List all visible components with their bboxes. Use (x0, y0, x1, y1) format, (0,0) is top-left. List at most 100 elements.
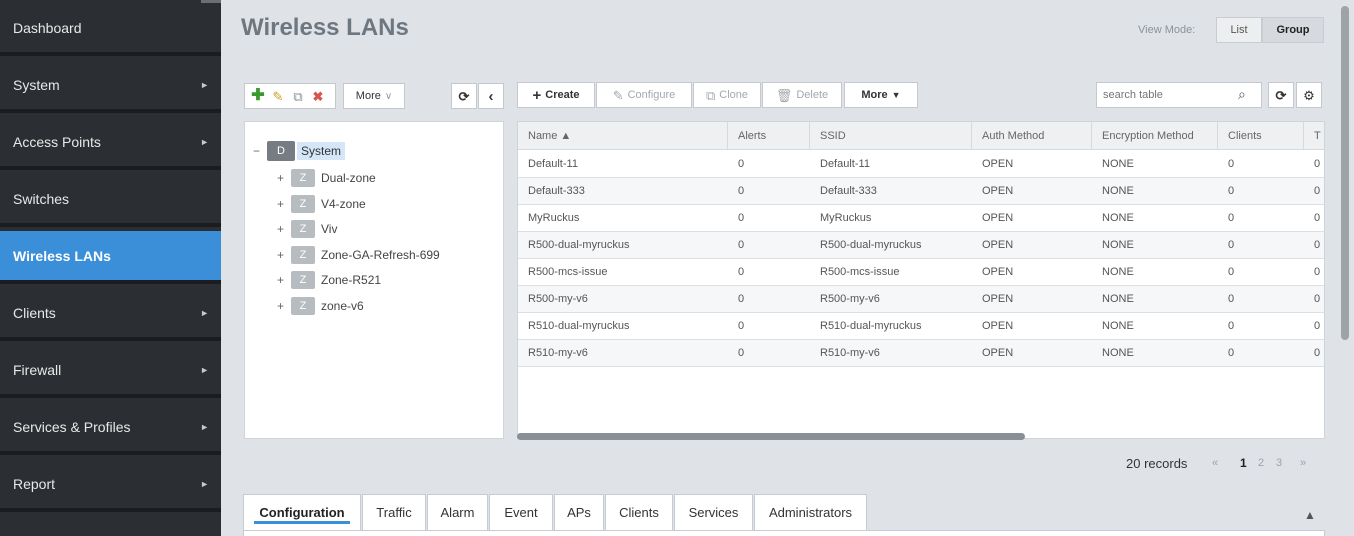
page-link[interactable]: 1 (1240, 456, 1247, 470)
expand-icon[interactable]: + (277, 299, 291, 313)
table-refresh-button[interactable]: ⟳ (1268, 82, 1294, 108)
sidebar-item-access-points[interactable]: Access Points ► (0, 117, 221, 170)
tab-configuration[interactable]: Configuration (243, 494, 361, 530)
collapse-panel-icon[interactable]: ▲ (1304, 508, 1316, 522)
tree-zone-item[interactable]: + Z Zone-GA-Refresh-699 (277, 245, 440, 265)
table-row[interactable]: R500-my-v6 0 R500-my-v6 OPEN NONE 0 0 (518, 286, 1324, 313)
expand-icon[interactable]: + (277, 197, 291, 211)
tree-more-label: More (355, 90, 381, 102)
tab-administrators[interactable]: Administrators (754, 494, 867, 530)
column-header[interactable]: Name ▲ (518, 122, 728, 150)
clone-icon[interactable]: ⧉ (289, 90, 307, 103)
tab-clients[interactable]: Clients (605, 494, 673, 530)
table-cell: MyRuckus (528, 212, 580, 224)
tree-zone-item[interactable]: + Z Viv (277, 219, 337, 239)
sidebar-item-dashboard[interactable]: Dashboard (0, 3, 221, 56)
vertical-scrollbar[interactable] (1341, 6, 1349, 340)
table-header: Name ▲ Alerts SSID Auth Method Encryption Me… (518, 122, 1324, 150)
create-button[interactable]: + Create (517, 82, 595, 108)
tree-zone-item[interactable]: + Z Zone-R521 (277, 270, 381, 290)
table-cell: 0 (1228, 185, 1235, 197)
column-header[interactable]: T (1304, 122, 1324, 150)
table-cell: 0 (1314, 293, 1321, 305)
table-row[interactable]: MyRuckus 0 MyRuckus OPEN NONE 0 0 (518, 205, 1324, 232)
sidebar-item-label: Clients (13, 304, 56, 321)
tree-zone-label[interactable]: Viv (321, 222, 337, 236)
collapse-icon[interactable]: − (253, 144, 267, 158)
tree-zone-item[interactable]: + Zzone-v6 (277, 296, 364, 316)
collapse-tree-button[interactable]: ‹ (478, 83, 504, 109)
next-page-link[interactable]: » (1300, 457, 1306, 469)
table-cell: NONE (1102, 239, 1134, 251)
sidebar-item-system[interactable]: System ► (0, 60, 221, 113)
sidebar-item-label: Services & Profiles (13, 418, 131, 435)
expand-icon[interactable]: + (277, 171, 291, 185)
table-row[interactable]: R510-my-v6 0 R510-my-v6 OPEN NONE 0 0 (518, 340, 1324, 367)
sidebar-item-label: Wireless LANs (13, 247, 111, 264)
column-header[interactable]: Clients (1218, 122, 1304, 150)
delete-button[interactable]: 🗑 Delete (762, 82, 842, 108)
zone-tree-panel: − D System + Z Dual-zone + Z V4-zone + Z Viv + Z Zo… (244, 121, 504, 439)
view-mode-group-button[interactable]: Group (1262, 17, 1324, 43)
tab-event[interactable]: Event (489, 494, 553, 530)
page-link[interactable]: 3 (1276, 457, 1282, 469)
tree-zone-label[interactable]: V4-zone (321, 197, 366, 211)
tree-zone-label[interactable]: Dual-zone (321, 171, 376, 185)
page-link[interactable]: 2 (1258, 457, 1264, 469)
table-row[interactable]: R500-dual-myruckus 0 R500-dual-myruckus OPE… (518, 232, 1324, 259)
sidebar-item-services-profiles[interactable]: Services & Profiles ► (0, 402, 221, 455)
prev-page-link[interactable]: « (1212, 457, 1218, 469)
column-header[interactable]: Auth Method (972, 122, 1092, 150)
column-header[interactable]: Alerts (728, 122, 810, 150)
column-header[interactable]: SSID (810, 122, 972, 150)
view-mode-list-button[interactable]: List (1216, 17, 1262, 43)
clone-button[interactable]: ⧉ Clone (693, 82, 761, 108)
tab-services[interactable]: Services (674, 494, 753, 530)
configure-button[interactable]: ✎ Configure (596, 82, 692, 108)
refresh-icon: ⟳ (1275, 87, 1287, 103)
expand-icon[interactable]: + (277, 248, 291, 262)
table-row[interactable]: Default-11 0 Default-11 OPEN NONE 0 0 (518, 151, 1324, 178)
refresh-icon: ⟳ (458, 88, 470, 104)
table-cell: 0 (738, 320, 745, 332)
table-cell: 0 (1314, 212, 1321, 224)
sidebar-item-clients[interactable]: Clients ► (0, 288, 221, 341)
sidebar-item-report[interactable]: Report ► (0, 459, 221, 512)
tree-zone-item[interactable]: + Z V4-zone (277, 194, 366, 214)
tree-more-button[interactable]: More ∨ (343, 83, 405, 109)
table-cell: R500-my-v6 (820, 293, 880, 305)
tree-zone-item[interactable]: + Z Dual-zone (277, 168, 376, 188)
horizontal-scrollbar[interactable] (517, 433, 1025, 440)
expand-icon[interactable]: + (277, 222, 291, 236)
table-cell: 0 (1314, 158, 1321, 170)
clone-icon: ⧉ (705, 87, 716, 103)
expand-icon[interactable]: + (277, 273, 291, 287)
table-more-button[interactable]: More ▼ (844, 82, 918, 108)
sidebar-item-firewall[interactable]: Firewall ► (0, 345, 221, 398)
table-row[interactable]: R510-dual-myruckus 0 R510-dual-myruckus OPE… (518, 313, 1324, 340)
table-row[interactable]: R500-mcs-issue 0 R500-mcs-issue OPEN NONE 0 0 (518, 259, 1324, 286)
table-settings-button[interactable]: ⚙ (1296, 82, 1322, 108)
tree-root-label[interactable]: System (297, 142, 346, 160)
tree-refresh-button[interactable]: ⟳ (451, 83, 477, 109)
tab-aps[interactable]: APs (554, 494, 604, 530)
delete-x-icon[interactable]: ✖ (309, 90, 327, 103)
table-row[interactable]: Default-333 0 Default-333 OPEN NONE 0 0 (518, 178, 1324, 205)
tab-traffic[interactable]: Traffic (362, 494, 426, 530)
tree-root-system[interactable]: − D System (253, 141, 346, 161)
table-cell: 0 (1314, 347, 1321, 359)
edit-pencil-icon[interactable]: ✎ (269, 90, 287, 103)
table-cell: OPEN (982, 239, 1014, 251)
tree-zone-label[interactable]: Zone-GA-Refresh-699 (321, 248, 440, 262)
add-icon[interactable]: ✚ (249, 88, 267, 104)
tree-zone-label[interactable]: Zone-R521 (321, 273, 381, 287)
sidebar-item-wireless-lans[interactable]: Wireless LANs (0, 231, 221, 284)
table-cell: NONE (1102, 320, 1134, 332)
sidebar-item-switches[interactable]: Switches (0, 174, 221, 227)
zone-badge: Z (291, 297, 315, 315)
search-icon[interactable]: ⌕ (1238, 86, 1246, 103)
tab-alarm[interactable]: Alarm (427, 494, 488, 530)
column-header[interactable]: Encryption Method (1092, 122, 1218, 150)
caret-down-icon: ▼ (891, 90, 901, 100)
tree-zone-label[interactable]: zone-v6 (321, 299, 364, 313)
